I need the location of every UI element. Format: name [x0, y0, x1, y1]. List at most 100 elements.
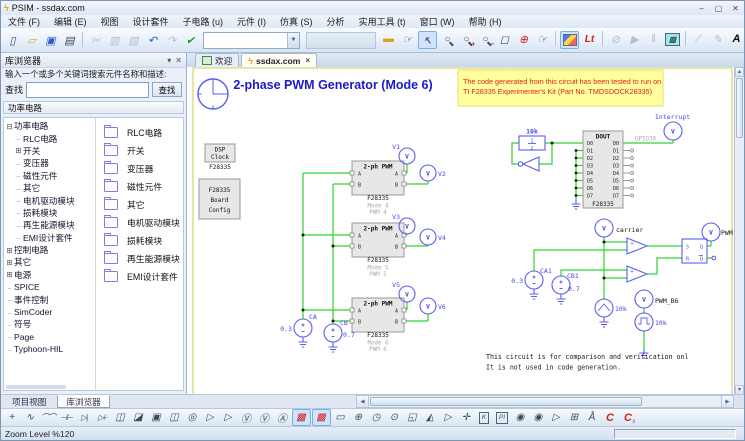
- library-folder[interactable]: 其它: [104, 195, 183, 213]
- pin-dropdown-icon[interactable]: ▾: [167, 56, 171, 65]
- library-folder[interactable]: 变压器: [104, 159, 183, 177]
- tree-item[interactable]: 符号: [5, 318, 95, 330]
- dc-source-icon[interactable]: ⊕: [350, 410, 367, 425]
- update-icon[interactable]: ✔: [182, 32, 199, 48]
- voltage-sensor-icon[interactable]: ◉: [512, 410, 529, 425]
- coupled-inductor-icon[interactable]: ◫: [166, 410, 183, 425]
- tree-expander-icon[interactable]: ⊞: [14, 146, 23, 155]
- element-combobox[interactable]: ▼: [203, 32, 300, 49]
- node-icon[interactable]: Å: [584, 410, 601, 425]
- sine-source-icon[interactable]: ⊙: [386, 410, 403, 425]
- machine-icon[interactable]: ◎: [184, 410, 201, 425]
- open-file-icon[interactable]: ▱: [23, 32, 40, 48]
- pan-page-icon[interactable]: ☞: [534, 31, 551, 47]
- library-folder[interactable]: 磁性元件: [104, 177, 183, 195]
- draw-line-icon[interactable]: ∕: [690, 31, 707, 47]
- tree-item[interactable]: 事件控制: [5, 293, 95, 305]
- tree-item[interactable]: Page: [5, 331, 95, 343]
- menu-item[interactable]: 设计套件: [126, 15, 176, 28]
- new-file-icon[interactable]: ▯: [4, 32, 21, 48]
- tree-expander-icon[interactable]: ⊞: [5, 270, 14, 279]
- menu-item[interactable]: 仿真 (S): [273, 15, 320, 28]
- dsp-clock-block[interactable]: DSP Clock F28335: [205, 144, 235, 171]
- vscroll-thumb[interactable]: [736, 78, 743, 138]
- library-folder[interactable]: 损耗模块: [104, 231, 183, 249]
- library-folder[interactable]: 电机驱动模块: [104, 213, 183, 231]
- text-tool-icon[interactable]: A: [728, 31, 745, 47]
- menu-item[interactable]: 编辑 (E): [47, 15, 94, 28]
- hscroll-thumb[interactable]: [370, 397, 642, 406]
- tree-expander-icon[interactable]: [14, 221, 23, 230]
- tree-item[interactable]: Typhoon-HIL: [5, 343, 95, 355]
- tree-item[interactable]: EMI设计套件: [5, 232, 95, 244]
- voltage-probe2-icon[interactable]: Ⓥ: [256, 410, 273, 425]
- c-script-icon[interactable]: Cs: [620, 410, 637, 425]
- tree-expander-icon[interactable]: [5, 345, 14, 354]
- tree-item[interactable]: ⊞ 其它: [5, 256, 95, 268]
- menu-item[interactable]: 视图: [94, 15, 126, 28]
- tree-expander-icon[interactable]: ⊞: [5, 246, 14, 255]
- inductor-icon[interactable]: ⌒⌒: [40, 410, 57, 425]
- pause-sim-icon[interactable]: ‖: [645, 31, 662, 47]
- canvas-vscrollbar[interactable]: ▲ ▼: [734, 67, 744, 395]
- tree-item[interactable]: ⊞ 电源: [5, 269, 95, 281]
- tree-expander-icon[interactable]: ⊟: [5, 122, 14, 131]
- run-sim-icon[interactable]: ▶: [626, 31, 643, 47]
- c-block-icon[interactable]: C: [602, 410, 619, 425]
- search-button[interactable]: 查找: [152, 82, 182, 97]
- panel-close-icon[interactable]: ✕: [175, 56, 182, 65]
- tree-item[interactable]: 变压器: [5, 157, 95, 169]
- current-sensor-icon[interactable]: ◉: [530, 410, 547, 425]
- tree-item[interactable]: 磁性元件: [5, 170, 95, 182]
- gain-block-icon[interactable]: K: [476, 410, 493, 425]
- panel-tab[interactable]: 项目视图: [3, 395, 55, 408]
- buffer-icon[interactable]: ▷: [440, 410, 457, 425]
- tree-item[interactable]: ⊞ 控制电路: [5, 244, 95, 256]
- zoom-icon[interactable]: ○: [439, 31, 456, 47]
- canvas-hscrollbar[interactable]: ◀ ▶: [356, 395, 734, 408]
- menu-item[interactable]: 帮助 (H): [462, 15, 509, 28]
- igbt-icon[interactable]: ◫: [112, 410, 129, 425]
- library-folder[interactable]: RLC电路: [104, 123, 183, 141]
- tree-expander-icon[interactable]: [14, 196, 23, 205]
- panel-tab[interactable]: 库浏览器: [57, 395, 109, 408]
- voltage-probe-icon[interactable]: Ⓥ: [238, 410, 255, 425]
- tree-item[interactable]: RLC电路: [5, 132, 95, 144]
- tree-item[interactable]: 损耗模块: [5, 207, 95, 219]
- zoom-out-icon[interactable]: ○−: [477, 31, 494, 47]
- mux-icon[interactable]: ⊞: [566, 410, 583, 425]
- library-folder[interactable]: EMI设计套件: [104, 267, 183, 285]
- tree-expander-icon[interactable]: [5, 308, 14, 317]
- scope-icon[interactable]: ▩: [292, 409, 311, 426]
- print-icon[interactable]: ▤: [61, 32, 78, 48]
- library-folder[interactable]: 再生能源模块: [104, 249, 183, 267]
- tree-item[interactable]: ⊞ 开关: [5, 145, 95, 157]
- zoom-area-icon[interactable]: ⊕: [515, 31, 532, 47]
- category-header[interactable]: 功率电路: [3, 101, 184, 114]
- paste-icon[interactable]: ▧: [125, 32, 142, 48]
- scope2-icon[interactable]: ▩: [312, 409, 331, 426]
- search-input[interactable]: [26, 82, 149, 98]
- transformer-icon[interactable]: ▣: [148, 410, 165, 425]
- select-cursor-icon[interactable]: ↖: [418, 31, 437, 49]
- close-button[interactable]: ✕: [727, 2, 744, 14]
- subcircuit-icon[interactable]: ▭: [332, 410, 349, 425]
- separator[interactable]: [82, 32, 83, 47]
- tree-expander-icon[interactable]: [5, 320, 14, 329]
- menu-item[interactable]: 实用工具 (t): [352, 15, 413, 28]
- comparator-icon[interactable]: ▷: [220, 410, 237, 425]
- library-folder[interactable]: 开关: [104, 141, 183, 159]
- simview-icon[interactable]: [560, 31, 579, 49]
- tree-expander-icon[interactable]: [5, 332, 14, 341]
- tree-expander-icon[interactable]: [14, 208, 23, 217]
- tree-expander-icon[interactable]: [14, 233, 23, 242]
- minimize-button[interactable]: –: [693, 2, 710, 14]
- menu-item[interactable]: 元件 (I): [230, 15, 273, 28]
- tree-item[interactable]: 电机驱动模块: [5, 194, 95, 206]
- schematic-canvas[interactable]: 2-phase PWM Generator (Mode 6) The code …: [187, 67, 744, 395]
- separator[interactable]: [685, 31, 686, 46]
- zoom-in-icon[interactable]: ○+: [458, 31, 475, 47]
- tree-item[interactable]: 其它: [5, 182, 95, 194]
- thyristor-icon[interactable]: ▷⊦: [94, 410, 111, 425]
- chevron-down-icon[interactable]: ▼: [287, 33, 299, 48]
